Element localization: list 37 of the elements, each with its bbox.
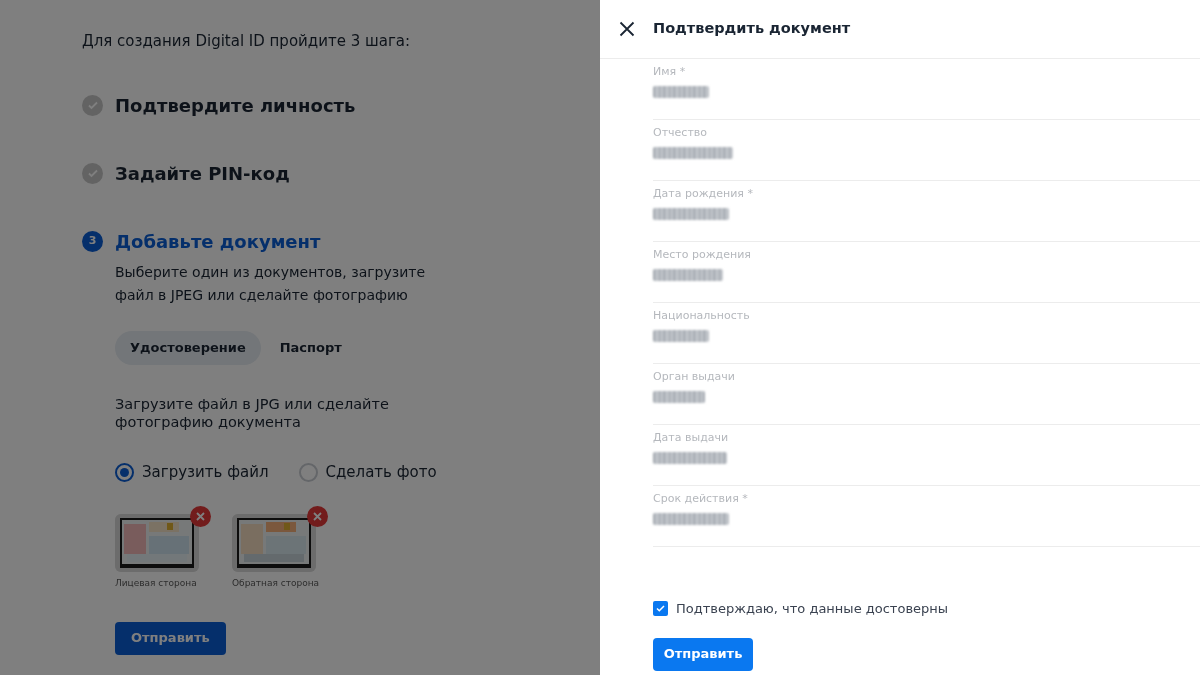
check-icon (655, 603, 666, 615)
radio-label[interactable]: Загрузить файл (142, 461, 269, 484)
field-label: Имя * (653, 64, 687, 80)
submit-button[interactable]: Отправить (115, 621, 226, 655)
blurred-value (653, 330, 709, 342)
blurred-value (653, 269, 723, 281)
field-label: Срок действия * (653, 491, 749, 507)
checkbox-label[interactable]: Подтверждаю, что данные достоверны (676, 599, 949, 619)
blurred-value (653, 86, 709, 98)
intro-text: Для создания Digital ID пройдите 3 шага: (82, 31, 412, 52)
field-label: Отчество (653, 125, 708, 141)
close-icon[interactable] (619, 21, 635, 37)
remove-icon[interactable] (307, 505, 328, 527)
field-label: Место рождения (653, 247, 752, 263)
blurred-value (653, 391, 705, 403)
field-label: Дата выдачи (653, 430, 730, 446)
field-label: Орган выдачи (653, 369, 736, 385)
upload-caption: Лицевая сторона (115, 576, 197, 589)
radio-label[interactable]: Сделать фото (325, 461, 437, 484)
field-label: Дата рождения * (653, 186, 754, 202)
upload-caption: Обратная сторона (232, 576, 320, 589)
checkbox[interactable] (653, 601, 668, 617)
upload-hint: Загрузите файл в JPG или сделайте фотографию документа (115, 395, 390, 431)
remove-icon[interactable] (190, 505, 211, 527)
field-label: Национальность (653, 308, 751, 324)
check-icon (82, 94, 103, 116)
radio-button[interactable] (115, 462, 134, 482)
step-number: 3 (82, 230, 103, 252)
submit-button[interactable]: Отправить (653, 637, 753, 671)
document-tab[interactable]: Паспорт (264, 331, 357, 365)
step-description: Выберите один из документов, загрузите файл в JPEG или сделайте фотографию (115, 263, 427, 305)
step-title: Добавьте документ (115, 229, 321, 254)
document-tab[interactable]: Удостоверение (115, 331, 261, 365)
step-title: Задайте PIN-код (115, 161, 290, 186)
step-title: Подтвердите личность (115, 93, 356, 118)
check-icon (82, 162, 103, 184)
drawer-title: Подтвердить документ (653, 19, 851, 39)
